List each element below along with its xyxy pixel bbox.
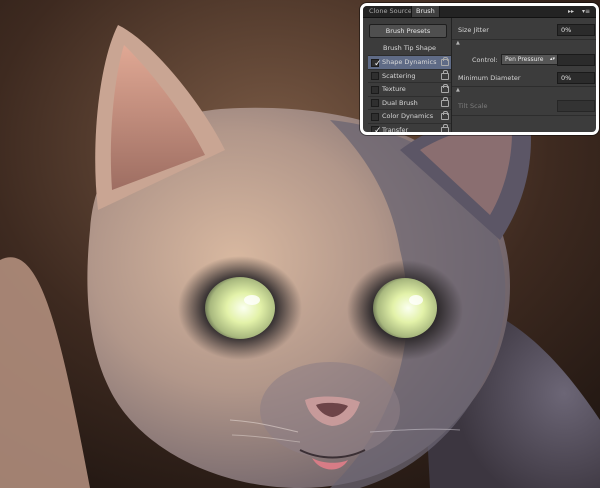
separator (452, 86, 596, 87)
checkmark-icon: ✓ (374, 58, 382, 69)
checkbox[interactable]: ✓ (371, 58, 382, 69)
brush-panel: Clone Source Brush ▸▸ ▾≡ Brush Presets B… (360, 3, 599, 135)
separator (452, 115, 596, 116)
brush-option-label: Shape Dynamics (382, 58, 437, 66)
brush-option-label: Transfer (382, 125, 409, 134)
checkbox[interactable] (371, 72, 379, 80)
brush-option-texture[interactable]: Texture (368, 83, 451, 97)
tilt-scale-value[interactable] (557, 100, 595, 112)
brush-options-list: Brush Tip Shape ✓ Shape Dynamics Scatterin… (368, 42, 451, 135)
size-jitter-value[interactable]: 0% (557, 24, 595, 36)
checkbox[interactable] (371, 112, 379, 121)
checkbox[interactable] (371, 99, 379, 107)
brush-option-label: Color Dynamics (382, 112, 434, 120)
brush-option-label: Texture (382, 85, 406, 93)
shape-dynamics-settings: Size Jitter 0% ▲ Control: Pen Pressure ▴… (452, 18, 596, 132)
lock-icon[interactable] (441, 70, 449, 80)
brush-option-label: Scattering (382, 71, 416, 80)
lock-icon[interactable] (441, 110, 449, 120)
minimum-diameter-value[interactable]: 0% (557, 72, 595, 84)
brush-option-color-dynamics[interactable]: Color Dynamics (368, 110, 451, 124)
minimum-diameter-label: Minimum Diameter (458, 74, 521, 82)
size-jitter-label: Size Jitter (458, 26, 489, 34)
tab-brush[interactable]: Brush (411, 6, 440, 17)
brush-option-scattering[interactable]: Scattering (368, 70, 451, 83)
brush-tip-shape-item[interactable]: Brush Tip Shape (368, 42, 451, 56)
control-select[interactable]: Pen Pressure ▴▾ (501, 54, 558, 65)
chevron-updown-icon: ▴▾ (549, 56, 555, 62)
checkbox[interactable] (371, 85, 379, 94)
separator (452, 39, 596, 40)
brush-option-dual-brush[interactable]: Dual Brush (368, 97, 451, 110)
brush-option-shape-dynamics[interactable]: ✓ Shape Dynamics (368, 56, 451, 70)
checkmark-icon: ✓ (374, 126, 382, 135)
brush-presets-button[interactable]: Brush Presets (369, 24, 447, 38)
brush-settings-list: Brush Presets Brush Tip Shape ✓ Shape Dyn… (363, 18, 451, 132)
slider-triangle-icon[interactable]: ▲ (456, 87, 460, 93)
panel-menu-icon[interactable]: ▾≡ (582, 6, 590, 17)
control-fade-field[interactable] (557, 54, 595, 66)
control-label: Control: (472, 56, 498, 64)
collapse-arrows-icon[interactable]: ▸▸ (568, 6, 574, 17)
lock-icon[interactable] (441, 124, 449, 132)
brush-option-transfer[interactable]: ✓ Transfer (368, 124, 451, 135)
control-select-value: Pen Pressure (505, 56, 544, 63)
tilt-scale-label: Tilt Scale (458, 102, 488, 110)
workspace: Clone Source Brush ▸▸ ▾≡ Brush Presets B… (0, 0, 600, 488)
tab-clone-source[interactable]: Clone Source (365, 6, 416, 17)
lock-icon[interactable] (441, 97, 449, 107)
lock-icon[interactable] (441, 56, 449, 66)
checkbox[interactable]: ✓ (371, 126, 382, 135)
brush-option-label: Dual Brush (382, 98, 418, 107)
lock-icon[interactable] (441, 83, 449, 93)
slider-triangle-icon[interactable]: ▲ (456, 40, 460, 46)
panel-tab-bar: Clone Source Brush ▸▸ ▾≡ (363, 6, 596, 18)
